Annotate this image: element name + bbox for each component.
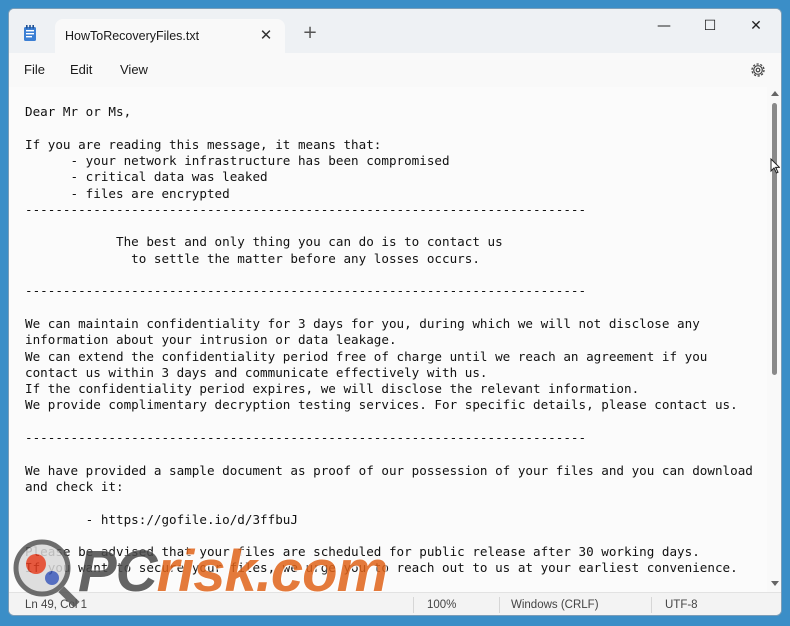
watermark-brand-pc: PC: [78, 539, 158, 604]
mouse-cursor-icon: [770, 158, 780, 174]
scroll-down-icon[interactable]: [771, 581, 779, 586]
text-line: and check it:: [25, 478, 124, 494]
notepad-icon: [24, 25, 36, 41]
text-line: We can maintain confidentiality for 3 da…: [25, 315, 700, 331]
watermark-text: PCrisk.com: [78, 538, 389, 605]
magnifier-logo-icon: [13, 539, 80, 608]
text-line: - files are encrypted: [25, 185, 230, 201]
plus-icon[interactable]: +: [299, 22, 321, 44]
close-icon[interactable]: ✕: [255, 24, 277, 46]
line-ending: Windows (CRLF): [511, 599, 599, 611]
tab-howtorecoveryfiles[interactable]: HowToRecoveryFiles.txt ✕: [55, 19, 285, 53]
text-line: ----------------------------------------…: [25, 430, 587, 445]
menu-bar: File Edit View: [9, 53, 781, 87]
text-line: ----------------------------------------…: [25, 283, 587, 299]
menu-view[interactable]: View: [120, 62, 148, 77]
text-line: The best and only thing you can do is to…: [25, 234, 503, 250]
text-line: contact us within 3 days and communicate…: [25, 364, 488, 380]
scroll-up-icon[interactable]: [771, 91, 779, 96]
text-line: information about your intrusion or data…: [25, 332, 397, 348]
text-line: Dear Mr or Ms,: [25, 104, 132, 119]
text-line: We can extend the confidentiality period…: [25, 348, 708, 364]
watermark-brand-risk: risk.com: [156, 539, 389, 604]
text-line: If the confidentiality period expires, w…: [25, 381, 640, 397]
text-line: If you are reading this message, it mean…: [25, 136, 382, 152]
encoding: UTF-8: [665, 599, 698, 611]
text-line: to settle the matter before any losses o…: [25, 250, 480, 266]
maximize-icon[interactable]: ☐: [687, 11, 733, 41]
text-line: We have provided a sample document as pr…: [25, 462, 753, 478]
text-line: We provide complimentary decryption test…: [25, 397, 738, 413]
scrollbar-thumb[interactable]: [772, 103, 777, 375]
title-bar[interactable]: HowToRecoveryFiles.txt ✕ + — ☐ ✕: [9, 9, 781, 53]
gear-icon[interactable]: [749, 61, 767, 79]
menu-edit[interactable]: Edit: [70, 62, 92, 77]
tab-title: HowToRecoveryFiles.txt: [65, 29, 200, 43]
window-close-icon[interactable]: ✕: [733, 11, 779, 41]
pcrisk-watermark: PCrisk.com: [0, 512, 470, 626]
status-divider: [499, 597, 500, 613]
status-divider: [651, 597, 652, 613]
menu-file[interactable]: File: [24, 62, 45, 77]
text-line: - critical data was leaked: [25, 169, 268, 185]
minimize-icon[interactable]: —: [641, 11, 687, 41]
text-line: - your network infrastructure has been c…: [25, 152, 450, 168]
text-line: ----------------------------------------…: [25, 201, 587, 217]
